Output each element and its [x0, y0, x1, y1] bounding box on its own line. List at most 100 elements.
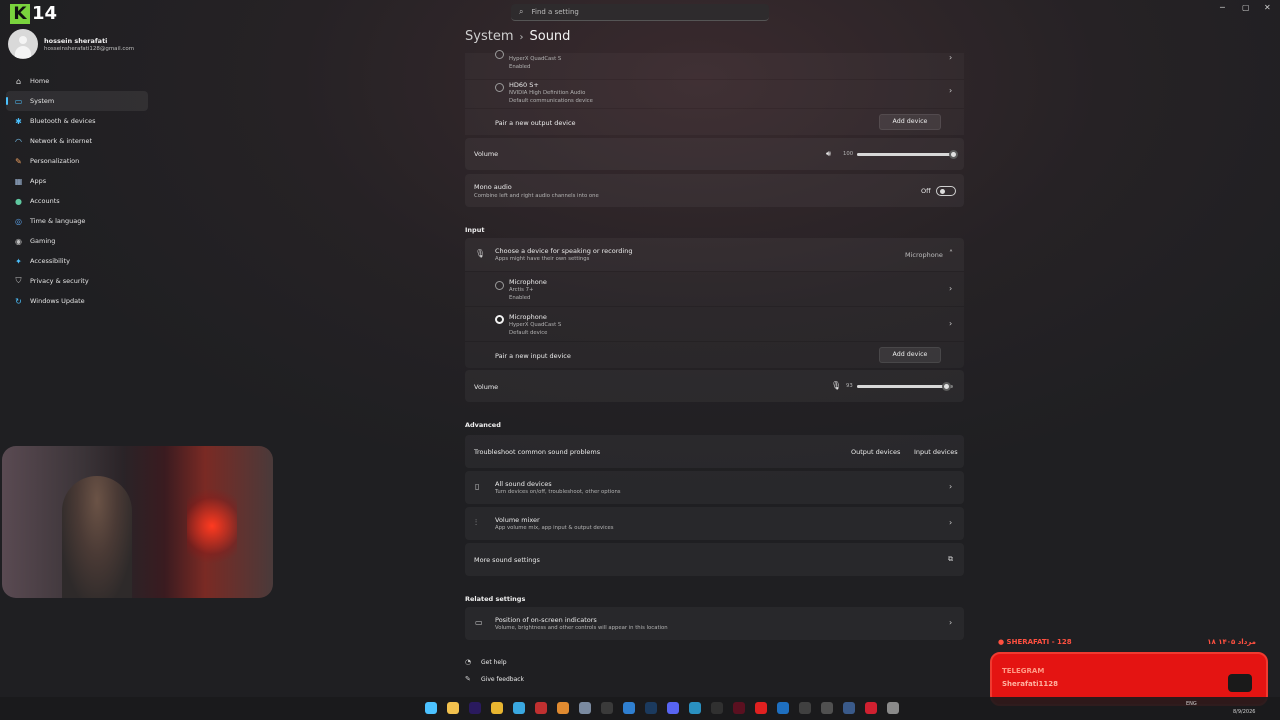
output-volume-card: Volume 🔊︎ 100 [465, 138, 964, 170]
vscode-icon[interactable] [777, 702, 789, 714]
steam-icon[interactable] [645, 702, 657, 714]
device-sub: NVIDIA High Definition Audio [509, 90, 586, 96]
chrome-icon[interactable] [491, 702, 503, 714]
clock-icon[interactable] [821, 702, 833, 714]
app-grid-icon[interactable] [799, 702, 811, 714]
device-sub: HyperX QuadCast S [509, 322, 562, 328]
input-device-row[interactable]: Microphone Arctis 7+ Enabled › [465, 272, 964, 306]
shield-icon: ⛉ [15, 276, 22, 285]
speaker-icon[interactable]: 🔊︎ [826, 149, 831, 159]
taskbar [0, 697, 1280, 720]
add-input-device-button[interactable]: Add device [879, 347, 941, 363]
slider-thumb[interactable] [948, 150, 958, 159]
microphone-icon[interactable]: 🎙︎ [831, 381, 841, 390]
close-button[interactable]: ✕ [1264, 3, 1271, 12]
input-volume-slider[interactable] [857, 382, 953, 391]
app-maroon-icon[interactable] [733, 702, 745, 714]
help-icon: ◔ [465, 658, 472, 666]
sidebar-item-time-language[interactable]: ◎ Time & language [6, 211, 148, 231]
app-dark-icon[interactable] [711, 702, 723, 714]
radio-output-hd60[interactable] [495, 83, 504, 92]
youtube-icon[interactable] [755, 702, 767, 714]
device-status: Enabled [509, 64, 531, 70]
sidebar-item-gaming[interactable]: ◉ Gaming [6, 231, 148, 251]
maximize-button[interactable]: ▢ [1242, 3, 1250, 12]
add-output-device-button[interactable]: Add device [879, 114, 941, 130]
sidebar-item-apps[interactable]: ▦ Apps [6, 171, 148, 191]
settings-icon[interactable] [887, 702, 899, 714]
radio-input-arctis[interactable] [495, 281, 504, 290]
user-email: hosseinsherafati128@gmail.com [44, 46, 135, 52]
sidebar-item-personalization[interactable]: ✎ Personalization [6, 151, 148, 171]
pen-icon[interactable] [579, 702, 591, 714]
sidebar-item-windows-update[interactable]: ↻ Windows Update [6, 291, 148, 311]
discord-icon[interactable] [667, 702, 679, 714]
sidebar-item-label: Personalization [30, 157, 80, 165]
get-help-link[interactable]: Get help [481, 659, 507, 666]
app-red2-icon[interactable] [865, 702, 877, 714]
app-orange-icon[interactable] [557, 702, 569, 714]
mixer-icon: ⫶ [475, 518, 477, 527]
chevron-up-icon[interactable]: ˄ [949, 249, 953, 258]
input-section-title: Input [465, 226, 485, 234]
output-device-hd60[interactable]: HD60 S+ NVIDIA High Definition Audio Def… [465, 80, 964, 108]
choose-input-device-row[interactable]: 🎙︎ Choose a device for speaking or recor… [465, 238, 964, 271]
sidebar-item-label: System [30, 97, 55, 105]
sidebar-item-network-internet[interactable]: ◠ Network & internet [6, 131, 148, 151]
search-input[interactable] [531, 8, 752, 16]
sidebar-item-home[interactable]: ⌂ Home [6, 71, 148, 91]
output-devices-link[interactable]: Output devices [851, 448, 900, 456]
sidebar-item-system[interactable]: ▭ System [6, 91, 148, 111]
app-red-icon[interactable] [535, 702, 547, 714]
device-status: Enabled [509, 295, 531, 301]
k14-logo: K 14 [10, 4, 62, 24]
logo-k: K [10, 4, 30, 24]
tray-date[interactable]: 8/9/2026 [1233, 709, 1255, 715]
app-square-icon[interactable] [689, 702, 701, 714]
input-devices-link[interactable]: Input devices [914, 448, 958, 456]
app-blue-icon[interactable] [513, 702, 525, 714]
device-sub: Arctis 7+ [509, 287, 534, 293]
mono-state: Off [921, 187, 931, 195]
start-icon[interactable] [425, 702, 437, 714]
volume-mixer-row[interactable]: ⫶ Volume mixer App volume mix, app input… [465, 507, 964, 540]
premiere-icon[interactable] [469, 702, 481, 714]
logo-number: 14 [32, 3, 58, 24]
device-status: Default device [509, 330, 548, 336]
tray-language[interactable]: ENG [1186, 701, 1197, 707]
app-circle-icon[interactable] [623, 702, 635, 714]
mono-subtitle: Combine left and right audio channels in… [474, 193, 599, 199]
sidebar-item-accessibility[interactable]: ✦ Accessibility [6, 251, 148, 271]
search-box[interactable]: ⌕ [511, 4, 769, 21]
sidebar-item-label: Accounts [30, 197, 60, 205]
mono-toggle[interactable] [936, 186, 956, 196]
sidebar-item-bluetooth-devices[interactable]: ✱ Bluetooth & devices [6, 111, 148, 131]
chevron-right-icon: › [949, 86, 953, 95]
radio-output-top[interactable] [495, 50, 504, 59]
slider-thumb[interactable] [941, 382, 951, 391]
bluetooth-icon: ✱ [15, 116, 22, 126]
radio-input-quadcast[interactable] [495, 315, 504, 324]
app-w-icon[interactable] [843, 702, 855, 714]
input-device-row[interactable]: Microphone HyperX QuadCast S Default dev… [465, 307, 964, 341]
sidebar-item-accounts[interactable]: ● Accounts [6, 191, 148, 211]
output-volume-slider[interactable] [857, 150, 958, 159]
breadcrumb-system[interactable]: System [465, 29, 513, 44]
overlay-channel: ● SHERAFATI - 128 [998, 638, 1072, 646]
onscreen-indicators-row[interactable]: ▭ Position of on-screen indicators Volum… [465, 607, 964, 640]
more-sound-settings-row[interactable]: More sound settings ⧉ [465, 543, 964, 576]
onscreen-title: Position of on-screen indicators [495, 616, 597, 624]
terminal-icon[interactable] [601, 702, 613, 714]
all-sound-devices-row[interactable]: ▯ All sound devices Turn devices on/off,… [465, 471, 964, 504]
output-device-top[interactable]: HyperX QuadCast S Enabled › [465, 50, 964, 79]
minimize-button[interactable]: ─ [1220, 3, 1225, 12]
troubleshoot-row: Troubleshoot common sound problems Outpu… [465, 435, 964, 468]
update-icon: ↻ [15, 296, 22, 306]
give-feedback-link[interactable]: Give feedback [481, 676, 524, 683]
avatar[interactable] [8, 29, 38, 59]
mono-audio-card: Mono audio Combine left and right audio … [465, 174, 964, 207]
file-explorer-icon[interactable] [447, 702, 459, 714]
volume-mixer-title: Volume mixer [495, 516, 540, 524]
sidebar-item-privacy-security[interactable]: ⛉ Privacy & security [6, 271, 148, 291]
overlay-date: ۱۸ مرداد ۱۴۰۵ [1207, 638, 1256, 646]
